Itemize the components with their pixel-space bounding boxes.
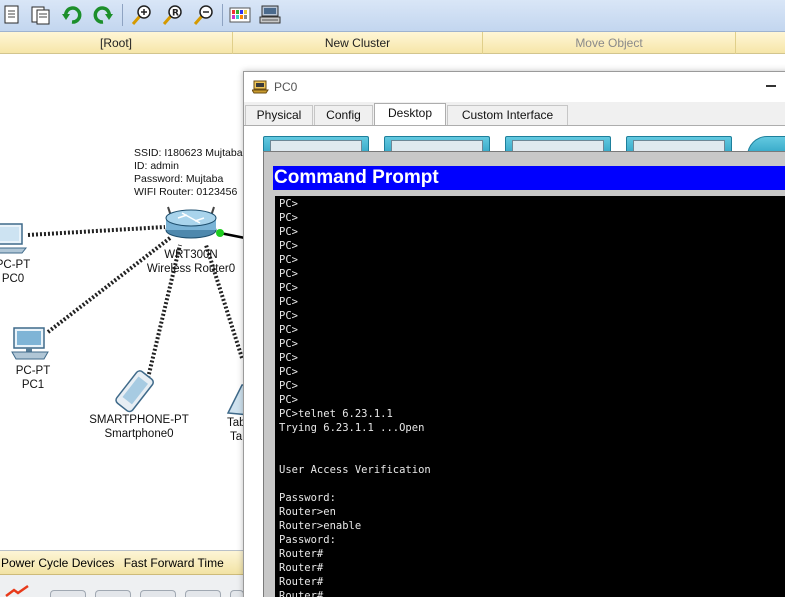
terminal-line: Router>en bbox=[279, 506, 336, 518]
terminal-output[interactable]: PC> PC> PC> PC> PC> PC> PC> PC> PC> PC> PC> PC> PC> P… bbox=[275, 196, 785, 597]
zoom-out-icon[interactable] bbox=[191, 3, 215, 27]
terminal-line: PC> bbox=[279, 324, 298, 336]
wireless-router-icon[interactable] bbox=[165, 206, 217, 239]
terminal-line: Router# bbox=[279, 548, 324, 560]
move-object-button[interactable]: Move Object bbox=[483, 32, 736, 54]
device-category-tab[interactable] bbox=[95, 590, 131, 597]
pc1-icon[interactable] bbox=[11, 327, 49, 360]
pc0-name: PC0 bbox=[1, 273, 25, 285]
terminal-line: PC> bbox=[279, 226, 298, 238]
terminal-line: Router# bbox=[279, 562, 324, 574]
terminal-line: PC> bbox=[279, 212, 298, 224]
router-info-note: SSID: I180623 Mujtaba ID: admin Password… bbox=[134, 147, 243, 199]
palette-icon[interactable] bbox=[228, 3, 252, 27]
router-label: WRT300N Wireless Router0 bbox=[136, 248, 246, 276]
root-button[interactable]: [Root] bbox=[0, 32, 233, 54]
fast-forward-button[interactable]: Fast Forward Time bbox=[124, 556, 224, 570]
zoom-in-icon[interactable] bbox=[129, 3, 153, 27]
tab-config[interactable]: Config bbox=[314, 105, 373, 125]
terminal-line: PC> bbox=[279, 254, 298, 266]
lightning-icon[interactable] bbox=[4, 584, 30, 597]
pc1-label: PC-PT PC1 bbox=[8, 364, 58, 392]
terminal-line: Router>enable bbox=[279, 520, 362, 532]
terminal-line: PC> bbox=[279, 338, 298, 350]
smartphone-label: SMARTPHONE-PT Smartphone0 bbox=[80, 413, 198, 441]
pc0-icon[interactable] bbox=[0, 223, 28, 254]
router-info-id: ID: admin bbox=[134, 160, 179, 172]
terminal-line: PC> bbox=[279, 240, 298, 252]
zoom-reset-icon[interactable]: R bbox=[160, 3, 184, 27]
realtime-bar: Power Cycle Devices Fast Forward Time bbox=[0, 550, 245, 597]
terminal-line: PC> bbox=[279, 394, 298, 406]
main-toolbar: R bbox=[0, 0, 785, 32]
smartphone-name: Smartphone0 bbox=[104, 428, 174, 440]
link-status-dot bbox=[216, 229, 224, 237]
device-dialog-icon[interactable] bbox=[258, 3, 282, 27]
logical-workspace-bar: [Root] New Cluster Move Object bbox=[0, 32, 785, 54]
command-prompt-window: Command Prompt PC> PC> PC> PC> PC> PC> PC> PC> P… bbox=[263, 151, 785, 597]
terminal-line: PC>telnet 6.23.1.1 bbox=[279, 408, 393, 420]
tab-physical[interactable]: Physical bbox=[245, 105, 313, 125]
terminal-line: PC> bbox=[279, 198, 298, 210]
terminal-line: PC> bbox=[279, 380, 298, 392]
pc0-label: PC-PT PC0 bbox=[0, 258, 38, 286]
terminal-line: Password: bbox=[279, 492, 336, 504]
terminal-line: Trying 6.23.1.1 ...Open bbox=[279, 422, 425, 434]
terminal-line: User Access Verification bbox=[279, 464, 431, 476]
power-cycle-button[interactable]: Power Cycle Devices bbox=[1, 556, 114, 570]
wireless-link-pc0 bbox=[27, 225, 166, 237]
packet-tracer-icon bbox=[252, 80, 269, 94]
new-cluster-button[interactable]: New Cluster bbox=[233, 32, 483, 54]
terminal-line: Password: bbox=[279, 534, 336, 546]
terminal-line: PC> bbox=[279, 282, 298, 294]
open-file-icon[interactable] bbox=[29, 3, 53, 27]
router-info-wifi: WIFI Router: 0123456 bbox=[134, 186, 238, 198]
redo-icon[interactable] bbox=[91, 3, 115, 27]
terminal-line: PC> bbox=[279, 352, 298, 364]
smartphone-model: SMARTPHONE-PT bbox=[89, 414, 189, 426]
pc0-model: PC-PT bbox=[0, 259, 31, 271]
terminal-line: PC> bbox=[279, 268, 298, 280]
minimize-button[interactable] bbox=[766, 85, 776, 87]
router-info-password: Password: Mujtaba bbox=[134, 173, 224, 185]
pc0-titlebar[interactable]: PC0 bbox=[244, 72, 785, 102]
smartphone-icon[interactable] bbox=[114, 369, 154, 413]
toolbar-separator bbox=[222, 4, 223, 26]
pc0-tabs: Physical Config Desktop Custom Interface bbox=[244, 103, 785, 125]
router-info-ssid: SSID: I180623 Mujtaba bbox=[134, 147, 243, 159]
time-controls: Power Cycle Devices Fast Forward Time bbox=[0, 551, 245, 575]
pc0-window-title: PC0 bbox=[274, 80, 298, 94]
new-file-icon[interactable] bbox=[0, 3, 24, 27]
terminal-line: PC> bbox=[279, 296, 298, 308]
tab-custom-interface[interactable]: Custom Interface bbox=[447, 105, 568, 125]
command-prompt-title: Command Prompt bbox=[273, 166, 785, 190]
terminal-line: Router# bbox=[279, 576, 324, 588]
terminal-line: PC> bbox=[279, 366, 298, 378]
device-category-tab[interactable] bbox=[140, 590, 176, 597]
terminal-line: PC> bbox=[279, 310, 298, 322]
terminal-lines: PC> PC> PC> PC> PC> PC> PC> PC> PC> PC> PC> PC> PC> P… bbox=[279, 197, 431, 597]
pc1-name: PC1 bbox=[21, 379, 45, 391]
toolbar-separator bbox=[122, 4, 123, 26]
device-category-tab[interactable] bbox=[50, 590, 86, 597]
device-category-tab[interactable] bbox=[230, 590, 244, 597]
undo-icon[interactable] bbox=[60, 3, 84, 27]
pc1-model: PC-PT bbox=[15, 365, 51, 377]
tab-desktop[interactable]: Desktop bbox=[374, 103, 446, 125]
router-model: WRT300N bbox=[164, 249, 218, 261]
svg-text:R: R bbox=[172, 9, 179, 19]
router-name: Wireless Router0 bbox=[146, 263, 236, 275]
terminal-line: Router# bbox=[279, 590, 324, 597]
device-category-tab[interactable] bbox=[185, 590, 221, 597]
